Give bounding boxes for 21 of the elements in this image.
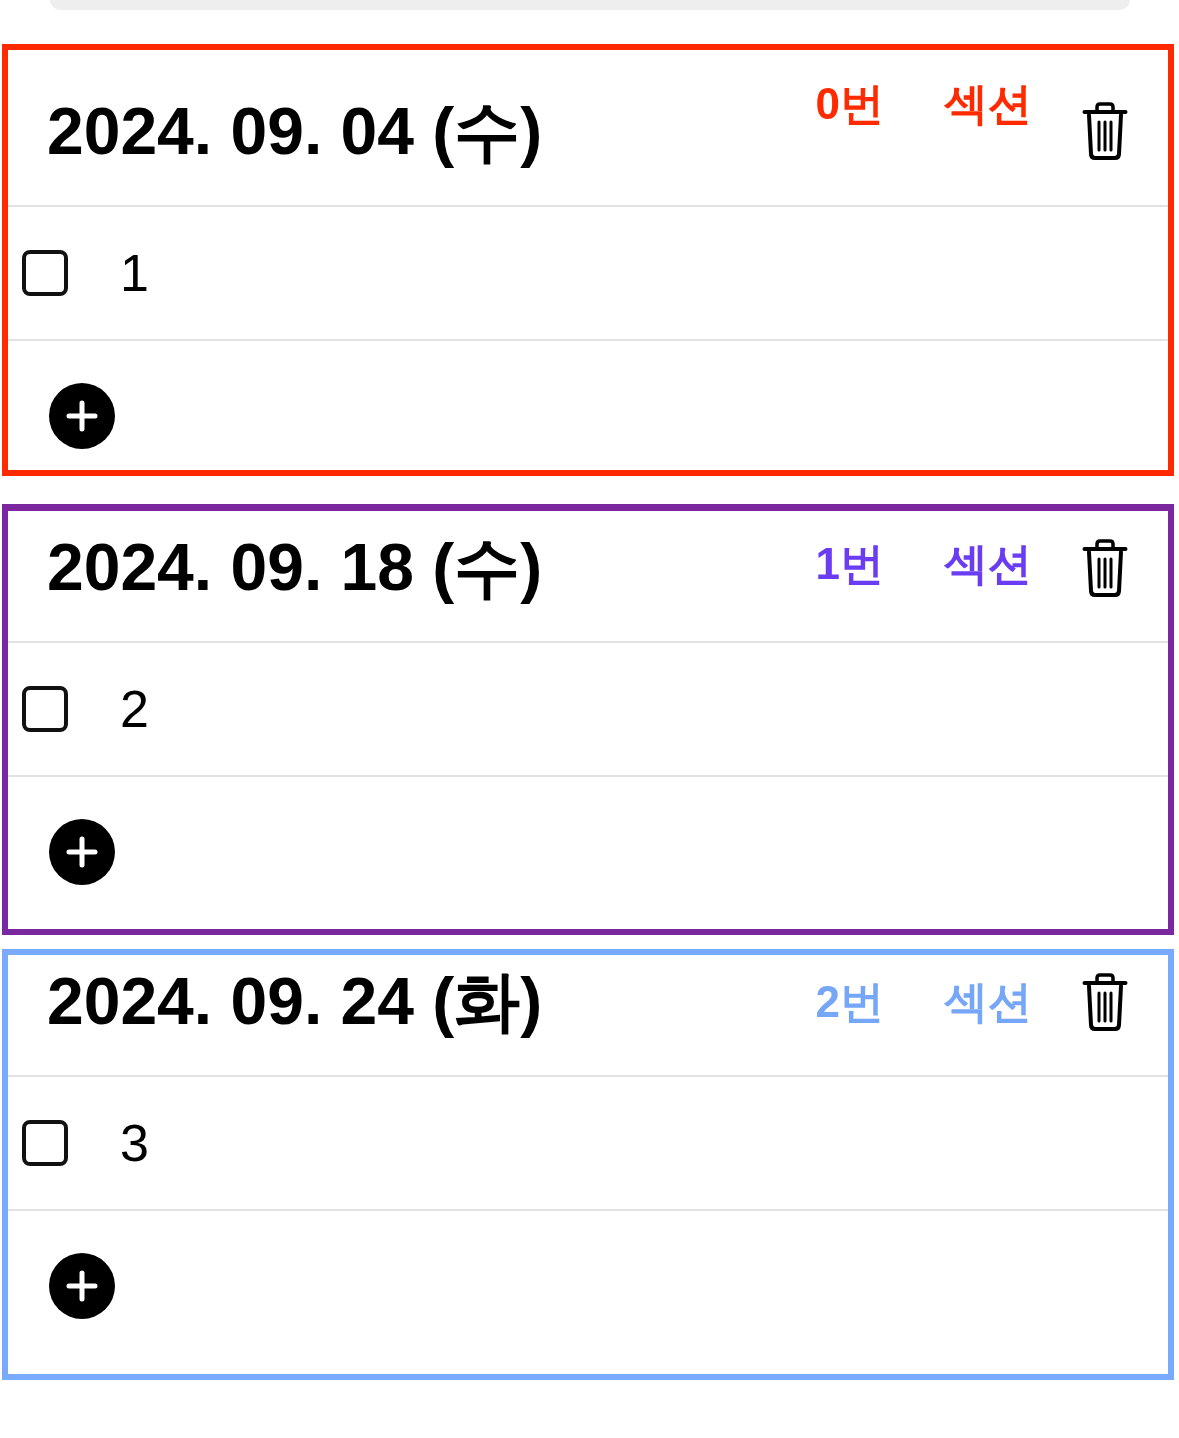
section-number: 1번 bbox=[815, 537, 884, 590]
checkbox[interactable] bbox=[22, 1120, 68, 1166]
section-number: 2번 bbox=[815, 975, 884, 1028]
trash-icon[interactable] bbox=[1082, 973, 1128, 1031]
section-label: 섹션 bbox=[944, 537, 1032, 590]
plus-circle-icon[interactable] bbox=[49, 819, 115, 885]
trash-icon[interactable] bbox=[1082, 539, 1128, 597]
date-title: 2024. 09. 18 (수) bbox=[47, 529, 543, 607]
section-label: 섹션 bbox=[944, 78, 1032, 131]
checkbox[interactable] bbox=[22, 686, 68, 732]
trash-icon[interactable] bbox=[1082, 102, 1128, 161]
plus-circle-icon[interactable] bbox=[49, 1253, 115, 1319]
task-text: 3 bbox=[120, 1112, 149, 1174]
task-text: 2 bbox=[120, 678, 149, 740]
section-number: 0번 bbox=[815, 78, 884, 131]
plus-circle-icon[interactable] bbox=[49, 383, 115, 449]
checkbox[interactable] bbox=[22, 250, 68, 296]
section-label: 섹션 bbox=[944, 975, 1032, 1028]
date-title: 2024. 09. 04 (수) bbox=[47, 92, 543, 170]
date-title: 2024. 09. 24 (화) bbox=[47, 963, 543, 1041]
task-text: 1 bbox=[120, 242, 149, 304]
